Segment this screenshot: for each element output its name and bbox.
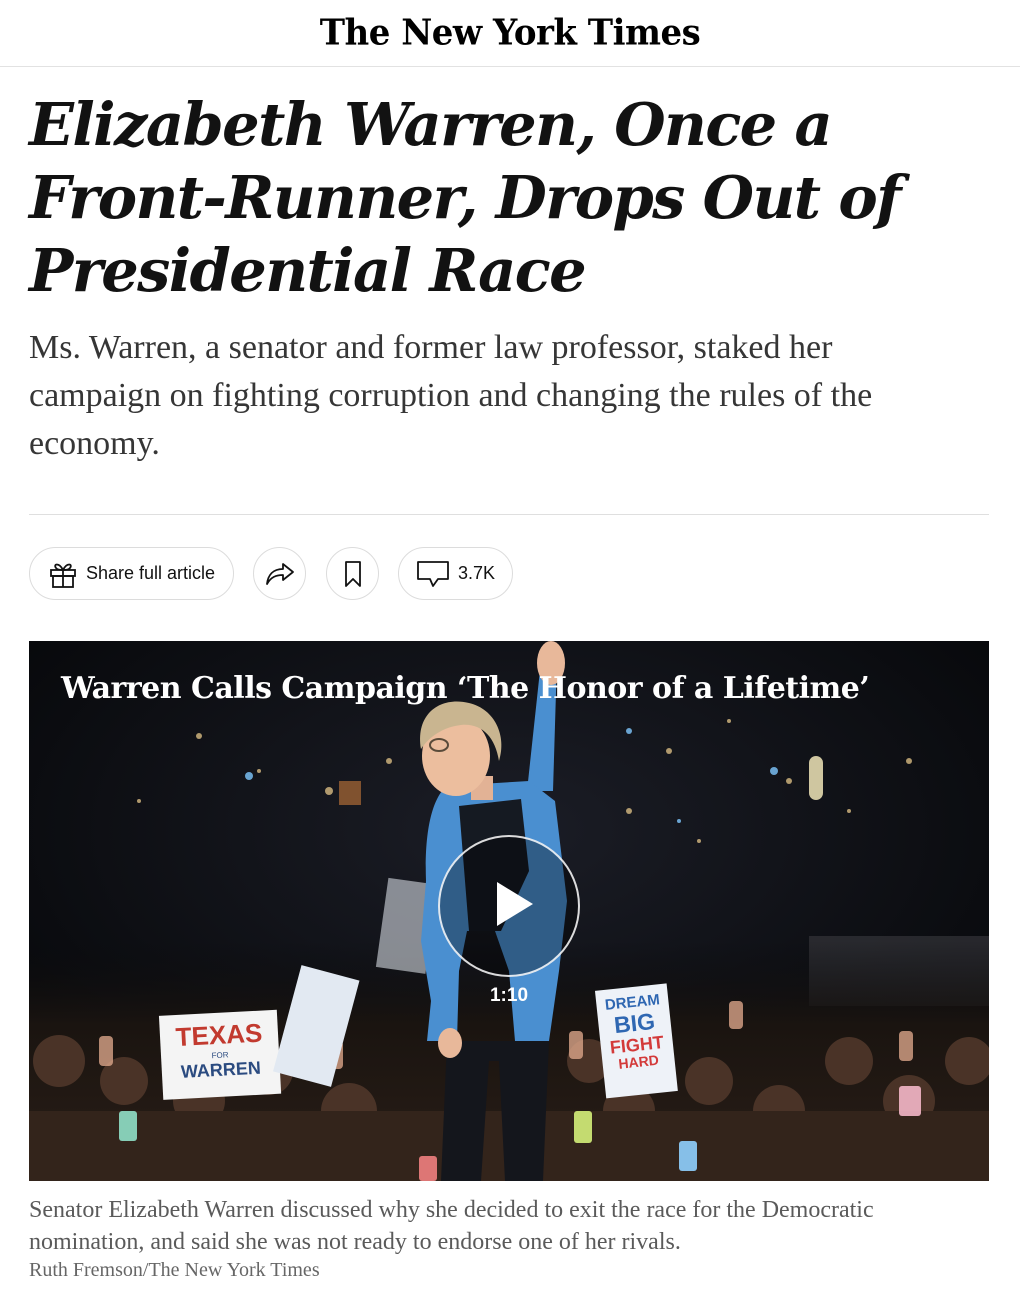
comment-icon bbox=[416, 560, 450, 588]
video-title: Warren Calls Campaign ‘The Honor of a Li… bbox=[61, 671, 870, 706]
video-duration: 1:10 bbox=[489, 985, 529, 1006]
video-caption: Senator Elizabeth Warren discussed why s… bbox=[29, 1197, 874, 1255]
comment-count: 3.7K bbox=[457, 563, 496, 583]
nyt-logo[interactable]: The New York Times bbox=[320, 12, 701, 54]
share-arrow-icon bbox=[265, 561, 295, 587]
photo-credit: Ruth Fremson/The New York Times bbox=[29, 1259, 320, 1281]
masthead: The New York Times bbox=[0, 0, 1020, 67]
share-full-article-button[interactable]: Share full article bbox=[29, 547, 234, 600]
sign-warren-text: WARREN bbox=[180, 1058, 261, 1082]
save-button[interactable] bbox=[326, 547, 379, 600]
divider bbox=[29, 514, 989, 515]
bookmark-icon bbox=[343, 560, 363, 588]
play-icon bbox=[479, 874, 539, 939]
video-player[interactable]: TEXAS FOR WARREN DREAM BIG FIGHT HARD Wa… bbox=[29, 641, 989, 1181]
article-headline: Elizabeth Warren, Once a Front-Runner, D… bbox=[29, 90, 901, 305]
share-full-article-label: Share full article bbox=[85, 563, 216, 583]
article-summary: Ms. Warren, a senator and former law pro… bbox=[29, 329, 873, 462]
sign-texas-text: TEXAS bbox=[175, 1018, 263, 1052]
share-button[interactable] bbox=[253, 547, 306, 600]
play-button[interactable] bbox=[438, 835, 580, 977]
comments-button[interactable]: 3.7K bbox=[398, 547, 513, 600]
gift-icon bbox=[48, 559, 78, 589]
